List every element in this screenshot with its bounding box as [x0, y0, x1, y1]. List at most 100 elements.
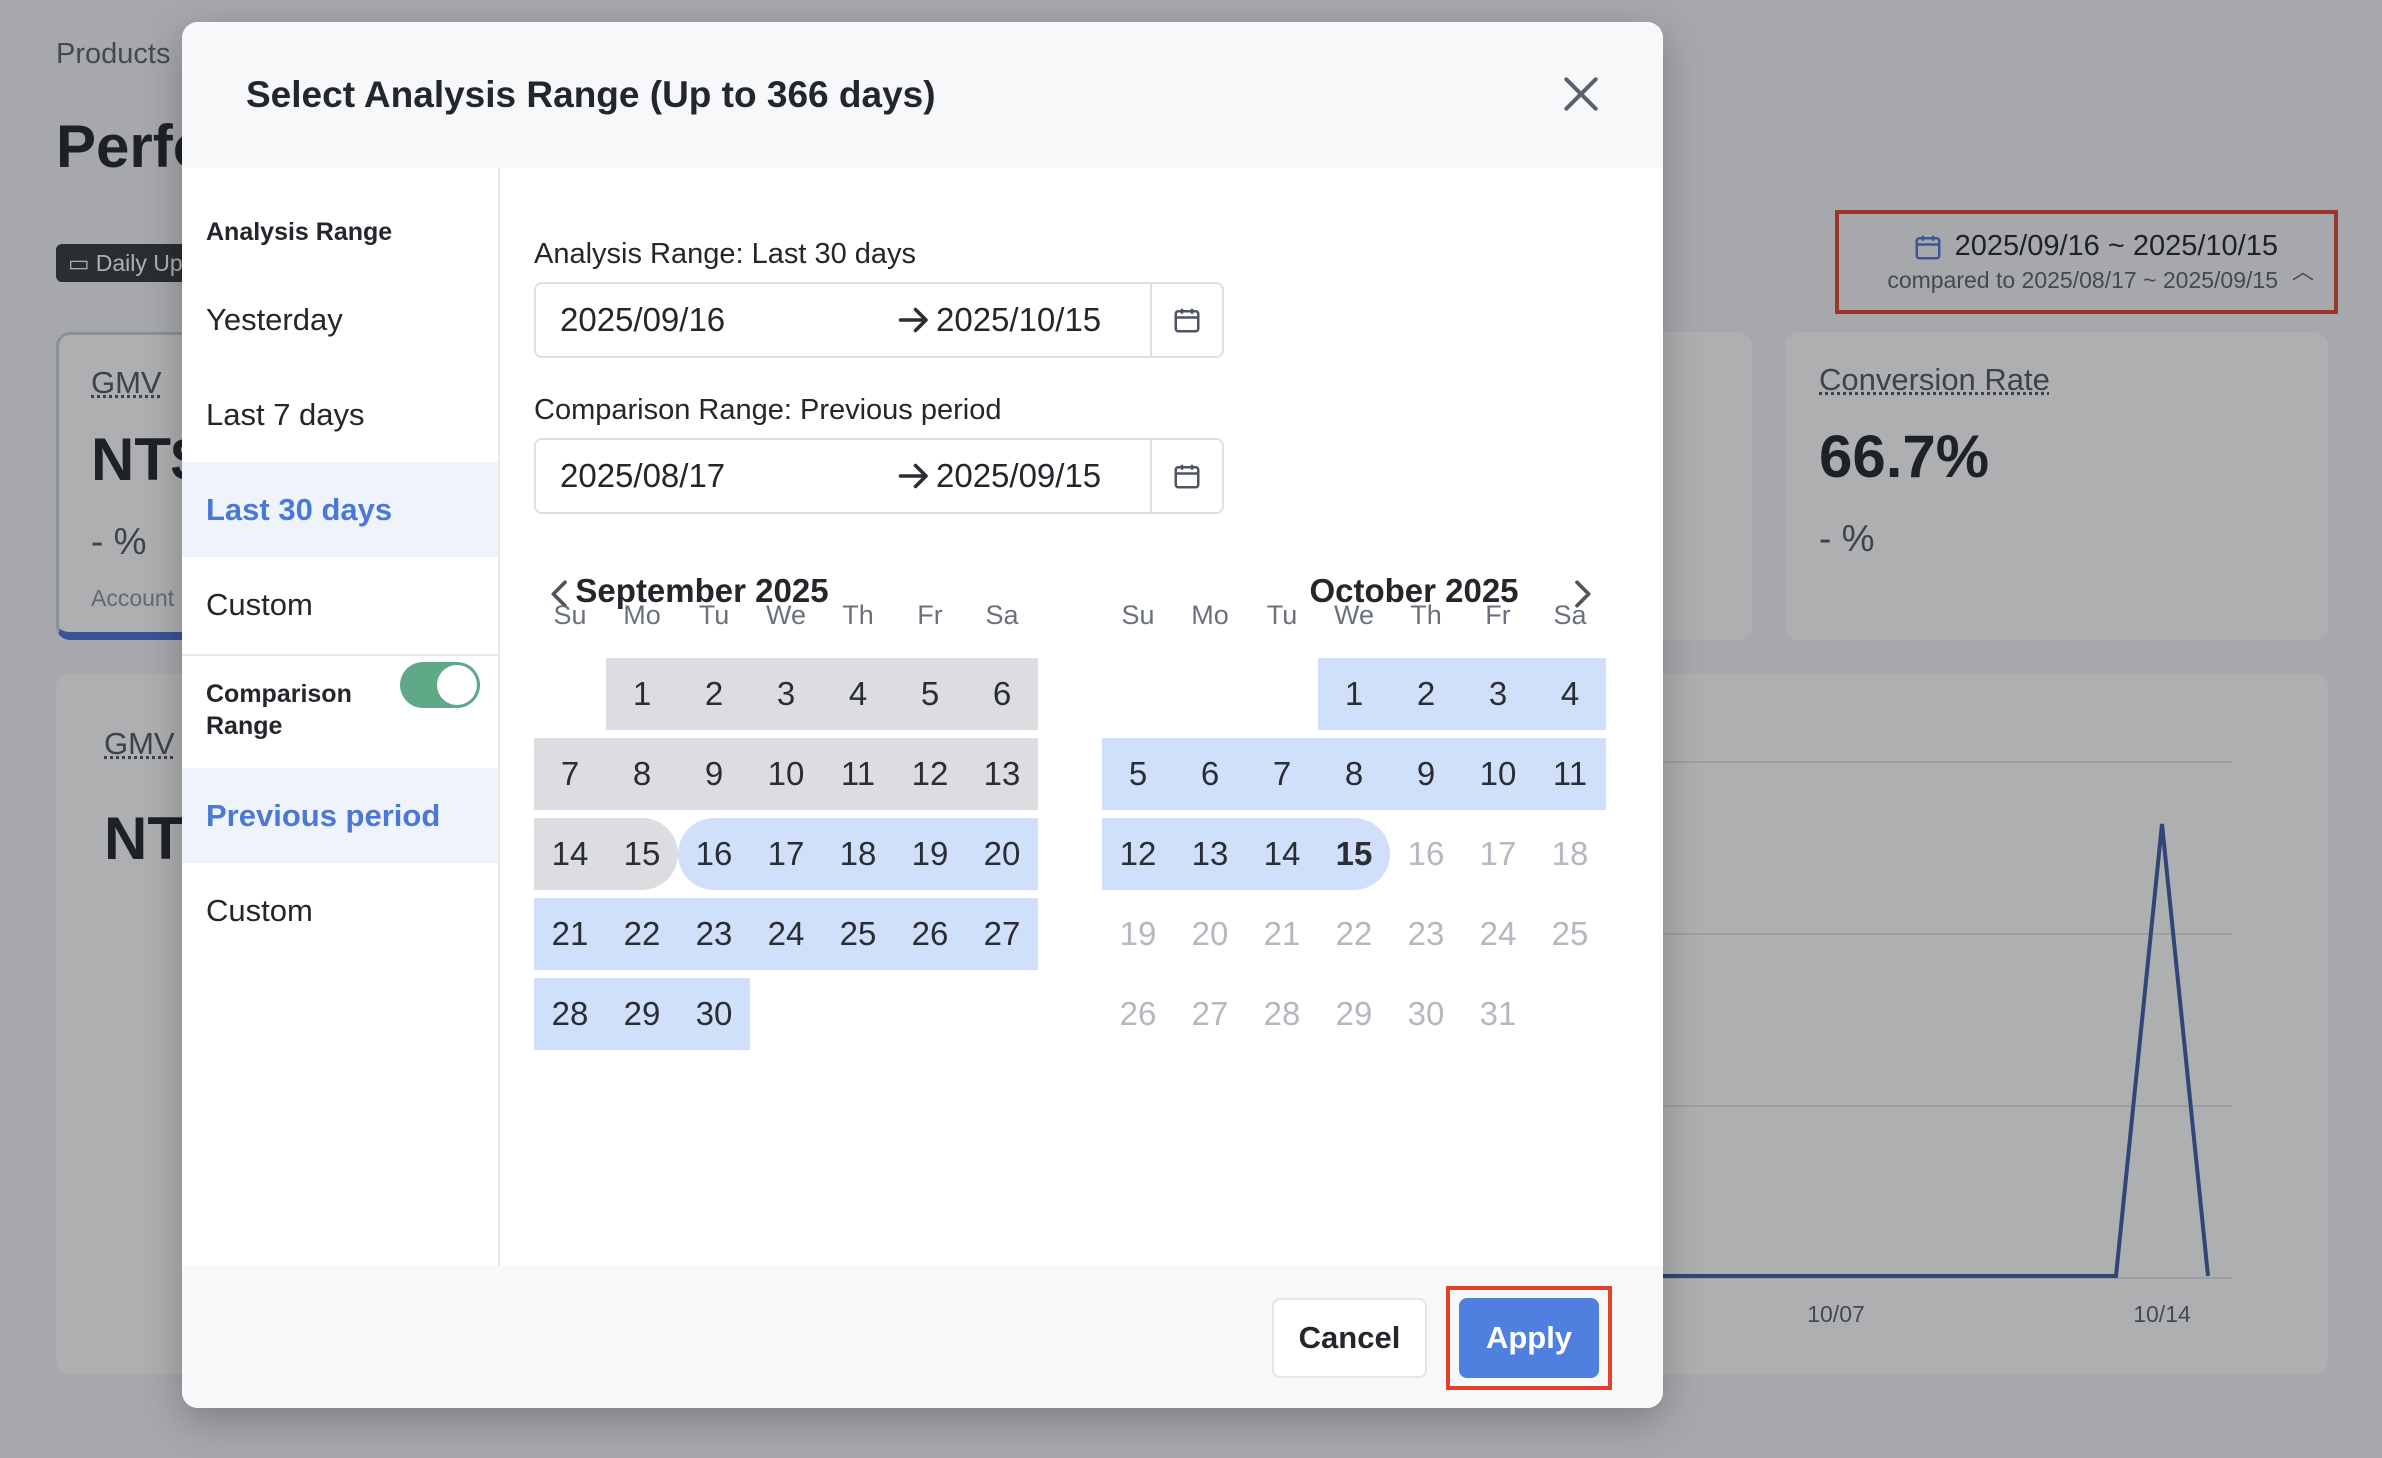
arrow-right-icon	[898, 463, 928, 489]
calendar-icon	[1174, 308, 1200, 333]
analysis-range-input[interactable]: 2025/09/16 2025/10/15	[534, 282, 1224, 358]
weekday-label: Su	[553, 600, 587, 630]
calendar-day[interactable]: 10	[1462, 738, 1534, 810]
calendar-day[interactable]: 5	[894, 658, 966, 730]
calendar-day: 29	[1335, 995, 1373, 1032]
calendar-day[interactable]: 13	[1174, 818, 1246, 890]
comparison-calendar-button[interactable]	[1150, 440, 1222, 512]
analysis-end-date[interactable]: 2025/10/15	[936, 301, 1101, 339]
calendar-day[interactable]: 3	[750, 658, 822, 730]
calendar-day[interactable]: 7	[534, 738, 606, 810]
calendar-day[interactable]: 12	[1102, 818, 1174, 890]
arrow-right-icon	[898, 307, 928, 333]
weekday-label: Sa	[985, 600, 1019, 630]
calendar-day[interactable]: 11	[1534, 738, 1606, 810]
calendar-day[interactable]: 7	[1246, 738, 1318, 810]
calendar-day: 26	[1119, 995, 1157, 1032]
weekday-label: Th	[1410, 600, 1442, 630]
calendar-day: 19	[1119, 915, 1157, 952]
calendar-day: 16	[1407, 835, 1445, 872]
calendar-day[interactable]: 25	[822, 898, 894, 970]
preset-yesterday[interactable]: Yesterday	[182, 272, 498, 367]
comparison-toggle[interactable]	[400, 662, 480, 708]
calendar-day[interactable]: 9	[1390, 738, 1462, 810]
calendar-day[interactable]: 22	[606, 898, 678, 970]
close-icon[interactable]	[1559, 72, 1603, 116]
calendar-day[interactable]: 1	[606, 658, 678, 730]
calendar-day[interactable]: 4	[822, 658, 894, 730]
comparison-range-input[interactable]: 2025/08/17 2025/09/15	[534, 438, 1224, 514]
calendar-day[interactable]: 8	[606, 738, 678, 810]
calendar-day[interactable]: 14	[534, 818, 606, 890]
calendar-day[interactable]: 6	[966, 658, 1038, 730]
calendar-day[interactable]: 4	[1534, 658, 1606, 730]
calendar-september: Su Mo Tu We Th Fr Sa 1 2 3 4 5 6 7 8 9 10 11 12 13 14 15 16 17 1…	[534, 600, 1038, 1138]
analysis-range-heading: Analysis Range	[206, 218, 393, 246]
calendar-day[interactable]: 3	[1462, 658, 1534, 730]
comparison-end-date[interactable]: 2025/09/15	[936, 457, 1101, 495]
calendar-day[interactable]: 21	[534, 898, 606, 970]
calendar-day[interactable]: 19	[894, 818, 966, 890]
calendar-day[interactable]: 5	[1102, 738, 1174, 810]
calendar-day[interactable]: 15	[606, 818, 678, 890]
range-preset-sidebar: Analysis Range Yesterday Last 7 days Las…	[182, 168, 500, 1288]
calendar-day[interactable]: 8	[1318, 738, 1390, 810]
weekday-label: Sa	[1553, 600, 1587, 630]
analysis-start-date[interactable]: 2025/09/16	[560, 301, 725, 339]
apply-button[interactable]: Apply	[1459, 1298, 1599, 1378]
calendar-day[interactable]: 29	[606, 978, 678, 1050]
calendar-october: Su Mo Tu We Th Fr Sa 1 2 3 4 5 6 7 8 9 10 11 12 13 14 15 16 17 1…	[1102, 600, 1606, 1138]
calendar-day[interactable]: 2	[1390, 658, 1462, 730]
calendar-day[interactable]: 18	[822, 818, 894, 890]
preset-last-7-days[interactable]: Last 7 days	[182, 367, 498, 462]
calendar-day[interactable]: 11	[822, 738, 894, 810]
cancel-button[interactable]: Cancel	[1272, 1298, 1427, 1378]
calendar-day: 25	[1551, 915, 1589, 952]
preset-comparison-custom[interactable]: Custom	[182, 863, 498, 958]
calendar-icon	[1174, 464, 1200, 489]
calendar-day[interactable]: 9	[678, 738, 750, 810]
analysis-calendar-button[interactable]	[1150, 284, 1222, 356]
modal-body: Analysis Range Yesterday Last 7 days Las…	[182, 168, 1663, 1288]
comparison-start-date[interactable]: 2025/08/17	[560, 457, 725, 495]
toggle-knob	[437, 665, 477, 705]
calendar-day[interactable]: 14	[1246, 818, 1318, 890]
calendar-day[interactable]: 28	[534, 978, 606, 1050]
calendar-day[interactable]: 1	[1318, 658, 1390, 730]
calendar-day[interactable]: 17	[750, 818, 822, 890]
calendar-day[interactable]: 16	[678, 818, 750, 890]
calendar-day: 22	[1335, 915, 1373, 952]
calendar-day[interactable]: 6	[1174, 738, 1246, 810]
calendar-day: 24	[1479, 915, 1517, 952]
calendar-day[interactable]: 13	[966, 738, 1038, 810]
calendar-day[interactable]: 27	[966, 898, 1038, 970]
preset-analysis-custom[interactable]: Custom	[182, 557, 498, 652]
calendar-day[interactable]: 2	[678, 658, 750, 730]
weekday-label: Tu	[1266, 600, 1298, 630]
modal-title: Select Analysis Range (Up to 366 days)	[246, 74, 936, 115]
calendar-day: 23	[1407, 915, 1445, 952]
weekday-label: Mo	[623, 600, 661, 630]
calendar-day[interactable]: 30	[678, 978, 750, 1050]
calendar-day[interactable]: 20	[966, 818, 1038, 890]
calendar-day: 28	[1263, 995, 1301, 1032]
preset-previous-period[interactable]: Previous period	[182, 768, 498, 863]
calendar-day: 30	[1407, 995, 1445, 1032]
comparison-range-label: Comparison Range: Previous period	[534, 394, 1002, 426]
comparison-range-heading: Comparison Range	[206, 680, 352, 740]
weekday-label: Mo	[1191, 600, 1229, 630]
weekday-label: Fr	[917, 600, 943, 630]
calendar-day: 20	[1191, 915, 1229, 952]
calendar-day: 31	[1479, 995, 1517, 1032]
preset-last-30-days[interactable]: Last 30 days	[182, 462, 498, 557]
calendar-day[interactable]: 10	[750, 738, 822, 810]
calendar-day[interactable]: 15	[1318, 818, 1390, 890]
calendar-day: 17	[1479, 835, 1517, 872]
calendar-day[interactable]: 24	[750, 898, 822, 970]
weekday-label: Fr	[1485, 600, 1511, 630]
sidebar-divider	[182, 654, 498, 656]
calendar-day[interactable]: 12	[894, 738, 966, 810]
calendar-day[interactable]: 26	[894, 898, 966, 970]
weekday-label: Th	[842, 600, 874, 630]
calendar-day[interactable]: 23	[678, 898, 750, 970]
